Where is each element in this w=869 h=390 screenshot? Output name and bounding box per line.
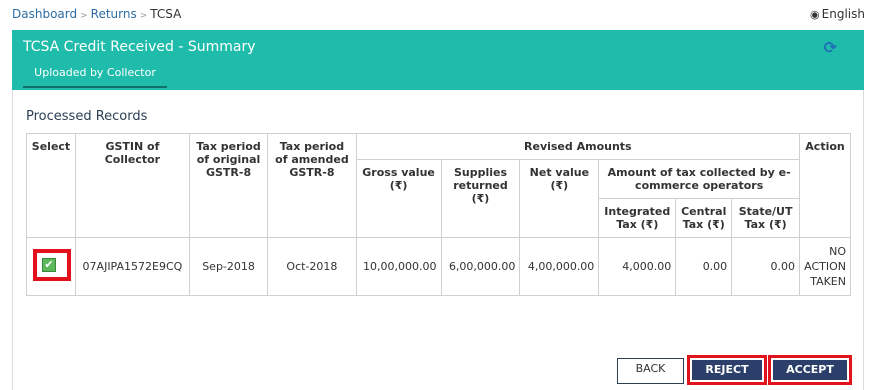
central-tax-cell: 0.00 — [675, 237, 733, 296]
accept-button-frame: ACCEPT — [768, 355, 852, 385]
tax-period-original-cell: Sep-2018 — [188, 237, 269, 296]
select-checkbox[interactable]: ✔ — [42, 258, 56, 272]
header-gstin: GSTIN of Collector — [75, 133, 190, 238]
header-row: Select GSTIN of Collector Tax period of … — [26, 133, 851, 238]
breadcrumb-separator-icon: > — [80, 11, 88, 21]
table-row: ✔ 07AJIPA1572E9CQ Sep-2018 Oct-2018 10,0… — [26, 237, 851, 296]
panel-header: TCSA Credit Received - Summary ⟳ Uploade… — [12, 30, 864, 90]
gstin-cell: 07AJIPA1572E9CQ — [75, 237, 190, 296]
header-gross-value: Gross value (₹) — [355, 159, 442, 238]
header-integrated-tax: Integrated Tax (₹) — [598, 198, 677, 238]
header-revised-amounts: Revised Amounts — [355, 133, 801, 160]
breadcrumb-separator-icon: > — [139, 11, 148, 21]
net-value-cell: 4,00,000.00 — [519, 237, 600, 296]
processed-records-table: Select GSTIN of Collector Tax period of … — [26, 133, 851, 296]
reject-button[interactable]: REJECT — [692, 360, 762, 380]
supplies-returned-cell: 6,00,000.00 — [440, 237, 521, 296]
header-supplies-returned: Supplies returned (₹) — [440, 159, 521, 238]
header-state-ut-tax: State/UT Tax (₹) — [731, 198, 801, 238]
breadcrumb: Dashboard > Returns > TCSA — [12, 7, 181, 21]
globe-icon: ◉ — [810, 8, 820, 21]
integrated-tax-cell: 4,000.00 — [598, 237, 677, 296]
header-action: Action — [799, 133, 851, 238]
header-central-tax: Central Tax (₹) — [675, 198, 733, 238]
top-bar: Dashboard > Returns > TCSA ◉ English — [0, 0, 869, 30]
checkmark-icon: ✔ — [44, 258, 54, 271]
breadcrumb-dashboard[interactable]: Dashboard — [12, 7, 77, 21]
header-select: Select — [26, 133, 76, 238]
select-checkbox-frame: ✔ — [33, 249, 71, 281]
tab-uploaded-by-collector[interactable]: Uploaded by Collector — [23, 65, 167, 88]
gross-value-cell: 10,00,000.00 — [355, 237, 442, 296]
select-cell: ✔ — [26, 237, 76, 296]
state-ut-tax-cell: 0.00 — [731, 237, 801, 296]
breadcrumb-current: TCSA — [150, 7, 182, 21]
reject-button-frame: REJECT — [687, 355, 767, 385]
header-tax-collected: Amount of tax collected by e-commerce op… — [598, 159, 801, 199]
language-selector[interactable]: ◉ English — [810, 7, 865, 21]
back-button[interactable]: BACK — [617, 358, 684, 384]
language-label: English — [821, 7, 865, 21]
header-tax-period-amended: Tax period of amended GSTR-8 — [267, 133, 357, 238]
breadcrumb-returns[interactable]: Returns — [91, 7, 137, 21]
page-title: TCSA Credit Received - Summary — [23, 39, 256, 55]
header-net-value: Net value (₹) — [519, 159, 600, 238]
section-title: Processed Records — [26, 109, 148, 124]
action-cell: NO ACTION TAKEN — [799, 237, 851, 296]
tax-period-amended-cell: Oct-2018 — [267, 237, 357, 296]
refresh-icon[interactable]: ⟳ — [824, 38, 837, 57]
accept-button[interactable]: ACCEPT — [773, 360, 847, 380]
header-tax-period-original: Tax period of original GSTR-8 — [188, 133, 269, 238]
